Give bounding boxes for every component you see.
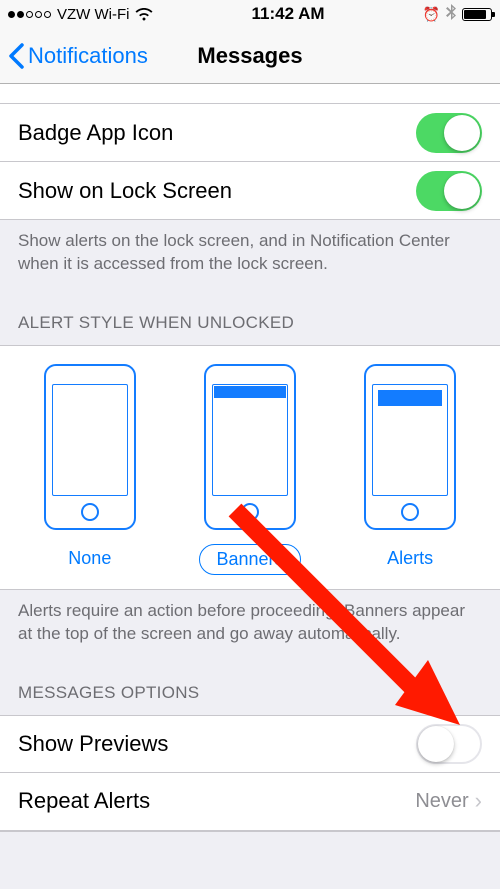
status-left: VZW Wi-Fi [8,6,153,23]
badge-toggle[interactable] [416,113,482,153]
phone-preview-none [44,364,136,530]
chevron-left-icon [8,43,24,69]
lock-screen-toggle[interactable] [416,171,482,211]
clock-label: 11:42 AM [251,4,324,24]
alert-style-banners[interactable]: Banners [199,364,300,575]
phone-preview-alerts [364,364,456,530]
show-previews-row: Show Previews [0,715,500,773]
signal-strength-icon [8,11,51,18]
alert-style-header: ALERT STYLE WHEN UNLOCKED [0,290,500,345]
alert-style-picker: None Banners Alerts [0,345,500,590]
badge-label: Badge App Icon [18,120,173,146]
carrier-label: VZW Wi-Fi [57,6,129,23]
alert-style-alerts[interactable]: Alerts [364,364,456,575]
bluetooth-icon [446,4,456,25]
back-label: Notifications [28,43,148,69]
sounds-row[interactable]: Sounds Bamboo› [0,84,500,104]
alert-style-alerts-label: Alerts [371,544,449,573]
lock-screen-label: Show on Lock Screen [18,178,232,204]
alert-style-none[interactable]: None [44,364,136,575]
repeat-alerts-row[interactable]: Repeat Alerts Never › [0,773,500,831]
badge-app-icon-row: Badge App Icon [0,104,500,162]
nav-bar: Notifications Messages [0,28,500,84]
phone-preview-banners [204,364,296,530]
status-right: ⏰ [423,4,492,25]
alert-style-none-label: None [52,544,127,573]
show-previews-toggle[interactable] [416,724,482,764]
show-previews-label: Show Previews [18,731,168,757]
lock-screen-row: Show on Lock Screen [0,162,500,220]
status-bar: VZW Wi-Fi 11:42 AM ⏰ [0,0,500,28]
alert-style-footer: Alerts require an action before proceedi… [0,590,500,660]
wifi-icon [135,7,153,21]
messages-options-header: MESSAGES OPTIONS [0,660,500,715]
lock-screen-footer: Show alerts on the lock screen, and in N… [0,220,500,290]
alert-style-banners-label: Banners [199,544,300,575]
battery-icon [462,8,492,21]
alarm-icon: ⏰ [423,6,440,23]
back-button[interactable]: Notifications [8,43,148,69]
repeat-alerts-label: Repeat Alerts [18,788,150,814]
chevron-right-icon: › [475,788,482,814]
repeat-alerts-value: Never › [415,788,482,814]
